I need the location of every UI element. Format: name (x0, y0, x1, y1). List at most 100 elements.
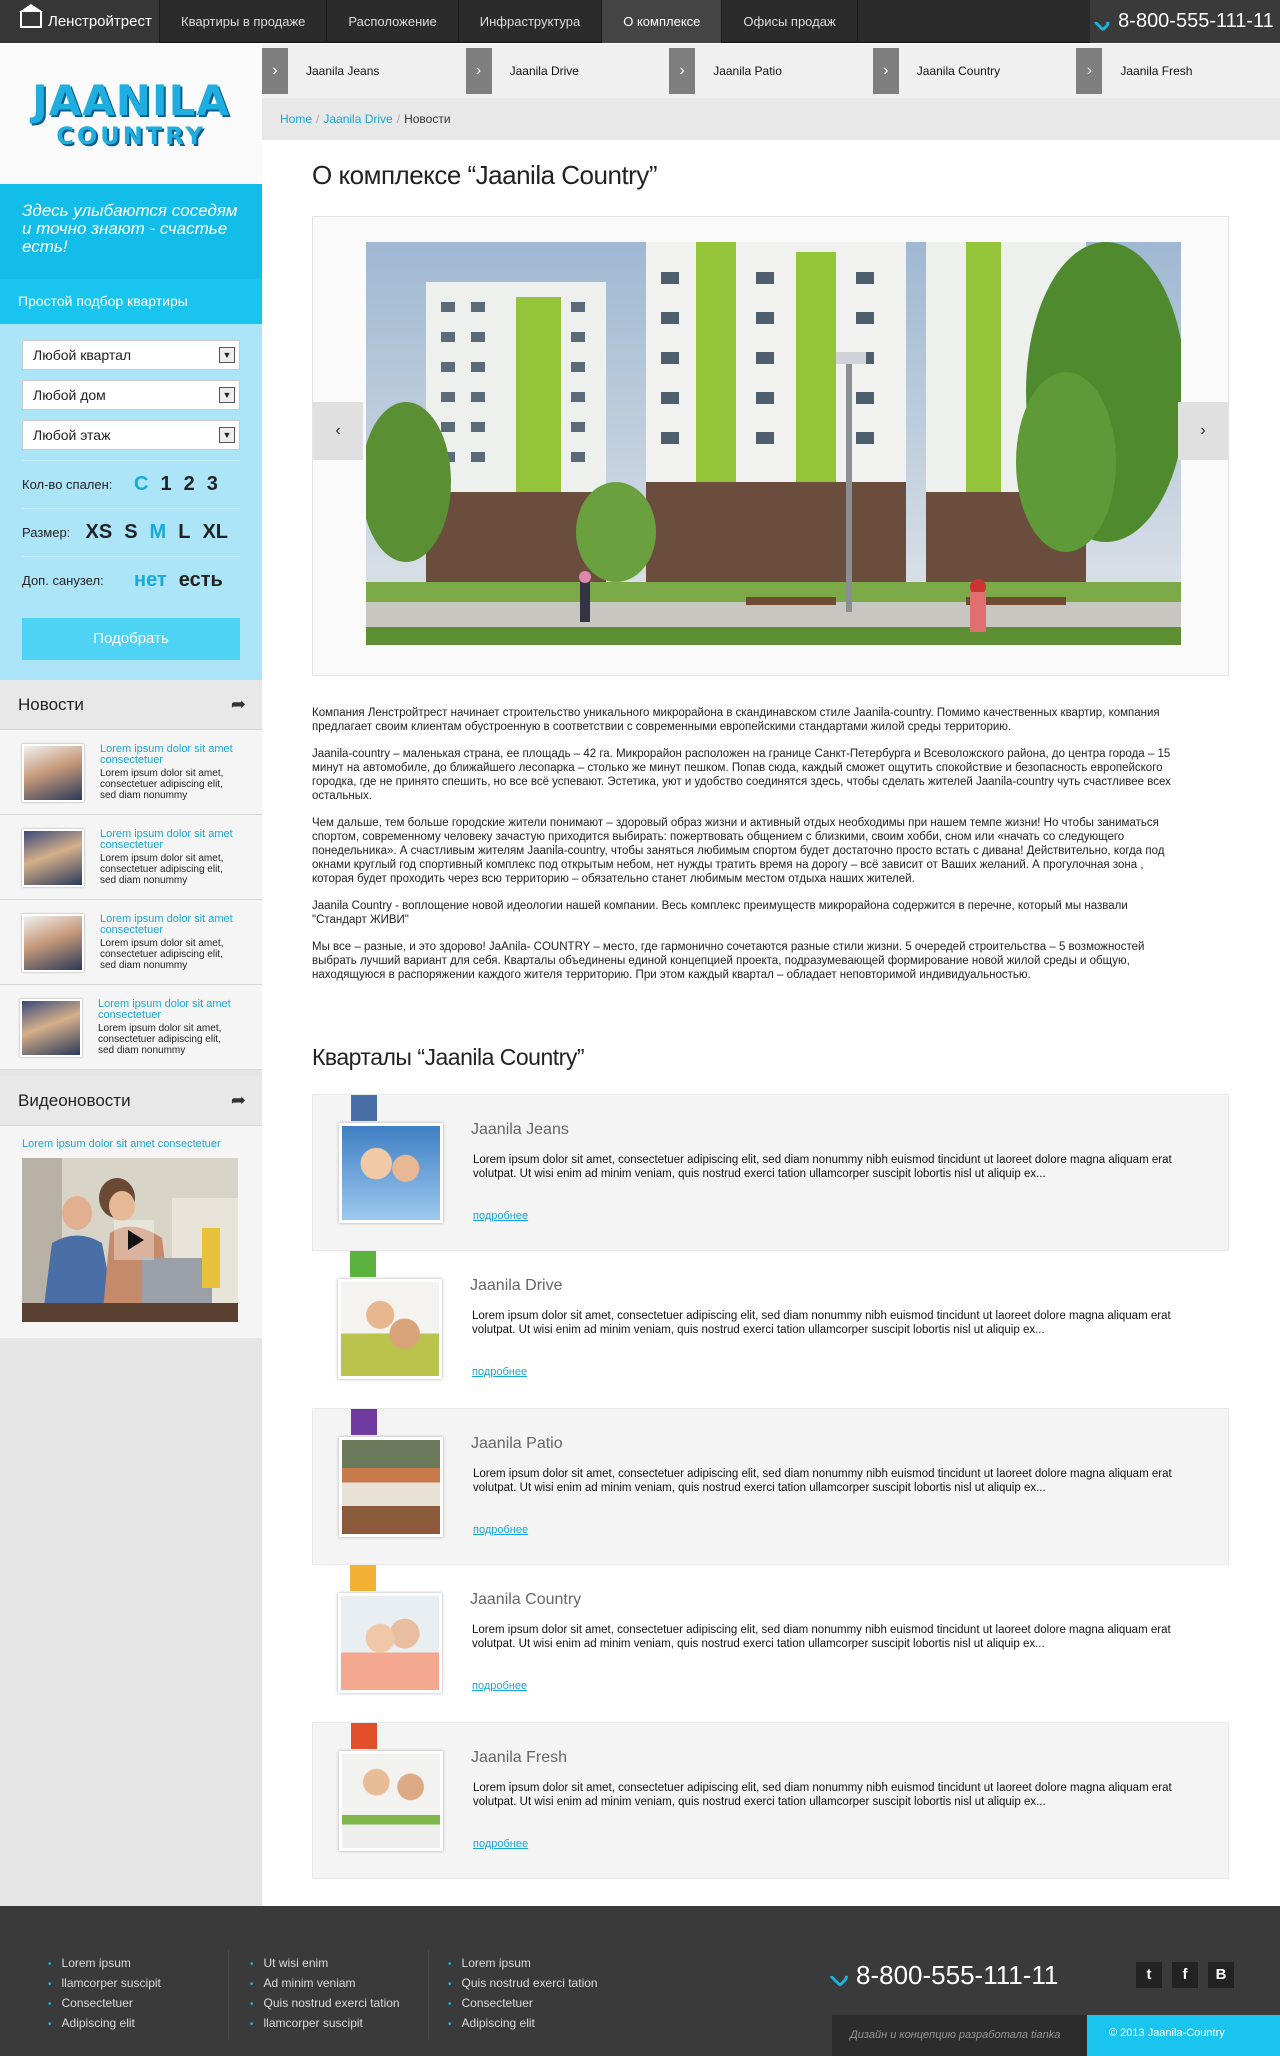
breadcrumb: Home / Jaanila Drive / Новости (262, 98, 1280, 140)
footer-link[interactable]: Ad minim veniam (250, 1974, 400, 1994)
news-thumbnail[interactable] (20, 999, 82, 1057)
slider-next-button[interactable]: › (1178, 402, 1228, 460)
pick-button[interactable]: Подобрать (22, 618, 240, 660)
site-logo[interactable]: JAANILA COUNTRY (0, 44, 262, 184)
twitter-icon[interactable]: t (1136, 1962, 1162, 1988)
video-news-header[interactable]: Видеоновости ➦ (0, 1076, 262, 1126)
tab-jaanila-fresh[interactable]: › Jaanila Fresh (1076, 44, 1280, 98)
quarter-name[interactable]: Jaanila Country (470, 1591, 581, 1609)
tab-jaanila-drive[interactable]: › Jaanila Drive (465, 44, 670, 98)
chevron-right-icon: › (262, 48, 288, 94)
footer-link[interactable]: Quis nostrud exerci tation (250, 1994, 400, 2014)
quarter-card-jeans: Jaanila Jeans Lorem ipsum dolor sit amet… (312, 1094, 1229, 1251)
quarter-select-value: Любой квартал (33, 347, 132, 363)
arrow-forward-icon[interactable]: ➦ (231, 694, 246, 715)
arrow-forward-icon[interactable]: ➦ (231, 1090, 246, 1111)
size-option-xl[interactable]: XL (202, 521, 228, 544)
bathroom-option-no[interactable]: нет (134, 569, 167, 592)
size-option-xs[interactable]: XS (86, 521, 113, 544)
menu-item-offices[interactable]: Офисы продаж (722, 0, 858, 43)
header-phone[interactable]: 8-800-555-111-11 (1090, 0, 1280, 43)
video-player[interactable] (22, 1158, 238, 1322)
dropdown-arrow-icon: ▼ (219, 427, 235, 443)
footer-link[interactable]: llamcorper suscipit (250, 2014, 400, 2034)
quarter-photo[interactable] (339, 1123, 443, 1223)
footer-link[interactable]: Adipiscing elit (48, 2014, 161, 2034)
quarter-name[interactable]: Jaanila Drive (470, 1277, 562, 1295)
house-select[interactable]: Любой дом ▼ (22, 380, 240, 410)
more-link[interactable]: подробнее (472, 1680, 527, 1692)
design-credit[interactable]: Дизайн и концепцию разработала tianka (832, 2015, 1087, 2056)
quarter-name[interactable]: Jaanila Jeans (471, 1121, 569, 1139)
menu-item-about[interactable]: О комплексе (602, 0, 723, 43)
dropdown-arrow-icon: ▼ (219, 387, 235, 403)
facebook-icon[interactable]: f (1172, 1962, 1198, 1988)
tab-jaanila-country[interactable]: › Jaanila Country (872, 44, 1077, 98)
video-caption[interactable]: Lorem ipsum dolor sit amet consectetuer (22, 1138, 240, 1150)
breadcrumb-parent[interactable]: Jaanila Drive (323, 112, 392, 126)
tab-jaanila-jeans[interactable]: › Jaanila Jeans (262, 44, 466, 98)
size-option-m[interactable]: M (150, 521, 167, 544)
footer-link[interactable]: Ut wisi enim (250, 1954, 400, 1974)
quarter-color-marker (350, 1251, 376, 1277)
footer-links-3: Lorem ipsum Quis nostrud exerci tation C… (448, 1954, 598, 2034)
news-title[interactable]: Lorem ipsum dolor sit amet consectetuer (100, 829, 234, 851)
news-title[interactable]: Lorem ipsum dolor sit amet consectetuer (98, 999, 232, 1021)
quarter-name[interactable]: Jaanila Patio (471, 1435, 563, 1453)
quarter-photo[interactable] (339, 1751, 443, 1851)
footer-link[interactable]: llamcorper suscipit (48, 1974, 161, 1994)
news-thumbnail[interactable] (22, 914, 84, 972)
page-title: О комплексе “Jaanila Country” (312, 160, 657, 190)
menu-item-location[interactable]: Расположение (327, 0, 459, 43)
play-icon[interactable] (114, 1220, 154, 1260)
quarter-photo[interactable] (338, 1279, 442, 1379)
menu-item-apartments[interactable]: Квартиры в продаже (160, 0, 328, 43)
vkontakte-icon[interactable]: B (1208, 1962, 1234, 1988)
video-news-section-title: Видеоновости (18, 1090, 131, 1110)
tab-jaanila-patio[interactable]: › Jaanila Patio (669, 44, 873, 98)
bathroom-option-yes[interactable]: есть (179, 569, 223, 592)
slogan: Здесь улыбаются соседям и точно знают - … (0, 184, 262, 279)
news-excerpt: Lorem ipsum dolor sit amet, consectetuer… (100, 853, 224, 886)
quarter-name[interactable]: Jaanila Fresh (471, 1749, 567, 1767)
news-thumbnail[interactable] (22, 744, 84, 802)
news-thumbnail[interactable] (22, 829, 84, 887)
footer-link[interactable]: Adipiscing elit (448, 2014, 598, 2034)
brand-link[interactable]: Ленстройтрест (0, 0, 160, 43)
news-item[interactable]: Lorem ipsum dolor sit amet consectetuer … (0, 730, 262, 815)
more-link[interactable]: подробнее (473, 1838, 528, 1850)
breadcrumb-home[interactable]: Home (280, 112, 312, 126)
floor-select[interactable]: Любой этаж ▼ (22, 420, 240, 450)
bedrooms-option-3[interactable]: 3 (207, 473, 218, 496)
footer-link[interactable]: Quis nostrud exerci tation (448, 1974, 598, 1994)
quarter-photo[interactable] (338, 1593, 442, 1693)
footer-link[interactable]: Consectetuer (48, 1994, 161, 2014)
footer-link[interactable]: Lorem ipsum (48, 1954, 161, 1974)
footer-link[interactable]: Lorem ipsum (448, 1954, 598, 1974)
more-link[interactable]: подробнее (473, 1210, 528, 1222)
quarter-description: Lorem ipsum dolor sit amet, consectetuer… (472, 1310, 1171, 1336)
sidebar: JAANILA COUNTRY Здесь улыбаются соседям … (0, 44, 262, 1906)
size-option-l[interactable]: L (178, 521, 190, 544)
bedrooms-option-2[interactable]: 2 (184, 473, 195, 496)
article-paragraph: Мы все – разные, и это здорово! JaAnila-… (312, 941, 1145, 981)
news-header[interactable]: Новости ➦ (0, 680, 262, 730)
slider-prev-button[interactable]: ‹ (313, 402, 363, 460)
news-item[interactable]: Lorem ipsum dolor sit amet consectetuer … (0, 985, 262, 1070)
news-title[interactable]: Lorem ipsum dolor sit amet consectetuer (100, 914, 234, 936)
size-option-s[interactable]: S (124, 521, 137, 544)
bedrooms-option-1[interactable]: 1 (160, 473, 171, 496)
more-link[interactable]: подробнее (472, 1366, 527, 1378)
news-item[interactable]: Lorem ipsum dolor sit amet consectetuer … (0, 815, 262, 900)
footer-link[interactable]: Consectetuer (448, 1994, 598, 2014)
footer-phone[interactable]: 8-800-555-111-11 (828, 1960, 1058, 1991)
more-link[interactable]: подробнее (473, 1524, 528, 1536)
bedrooms-option-studio[interactable]: С (134, 473, 148, 496)
news-title[interactable]: Lorem ipsum dolor sit amet consectetuer (100, 744, 234, 766)
quarter-select[interactable]: Любой квартал ▼ (22, 340, 240, 370)
brand-name: Ленстройтрест (48, 13, 152, 30)
apartment-picker: Любой квартал ▼ Любой дом ▼ Любой этаж ▼… (0, 324, 262, 680)
menu-item-infrastructure[interactable]: Инфраструктура (459, 0, 603, 43)
quarter-photo[interactable] (339, 1437, 443, 1537)
news-item[interactable]: Lorem ipsum dolor sit amet consectetuer … (0, 900, 262, 985)
